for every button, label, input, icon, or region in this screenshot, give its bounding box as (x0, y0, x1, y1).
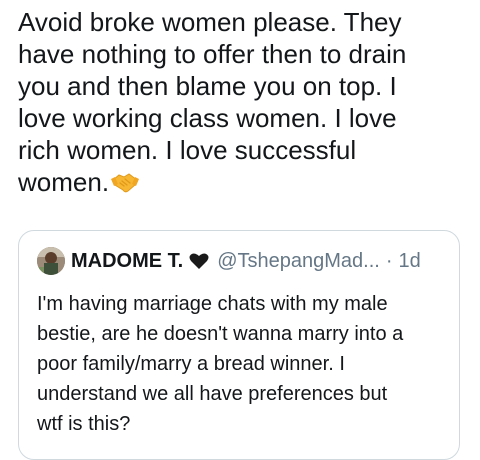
quoted-tweet-line: I'm having marriage chats with my male (37, 293, 388, 315)
tweet-line: have nothing to offer then to drain (18, 39, 407, 69)
quoted-tweet-body: I'm having marriage chats with my male b… (37, 289, 457, 439)
author-name[interactable]: MADOME T. (71, 250, 183, 273)
quoted-tweet-card[interactable]: MADOME T. @TshepangMad... · 1d I'm havin… (18, 230, 460, 460)
post-time[interactable]: 1d (399, 250, 421, 273)
quoted-tweet-line: understand we all have preferences but (37, 383, 388, 405)
tweet-line: you and then blame you on top. I (18, 71, 397, 101)
quoted-tweet-line: poor family/marry a bread winner. I (37, 353, 345, 375)
tweet-line: Avoid broke women please. They (18, 7, 402, 37)
tweet-line: rich women. I love successful (18, 135, 357, 165)
tweet-last-line: women. (18, 166, 468, 198)
avatar[interactable] (37, 247, 65, 275)
quoted-tweet-line: wtf is this? (37, 413, 131, 435)
tweet-body: Avoid broke women please. They have noth… (18, 6, 468, 198)
quoted-tweet-line: bestie, are he doesn't wanna marry into … (37, 323, 404, 345)
tweet-line: women. (18, 167, 110, 197)
tweet-line: love working class women. I love (18, 103, 397, 133)
separator-dot: · (385, 249, 393, 272)
black-heart-icon (189, 252, 209, 270)
quoted-tweet-header: MADOME T. @TshepangMad... · 1d (37, 247, 421, 275)
handshake-icon (111, 170, 140, 194)
author-handle[interactable]: @TshepangMad... (217, 250, 380, 273)
